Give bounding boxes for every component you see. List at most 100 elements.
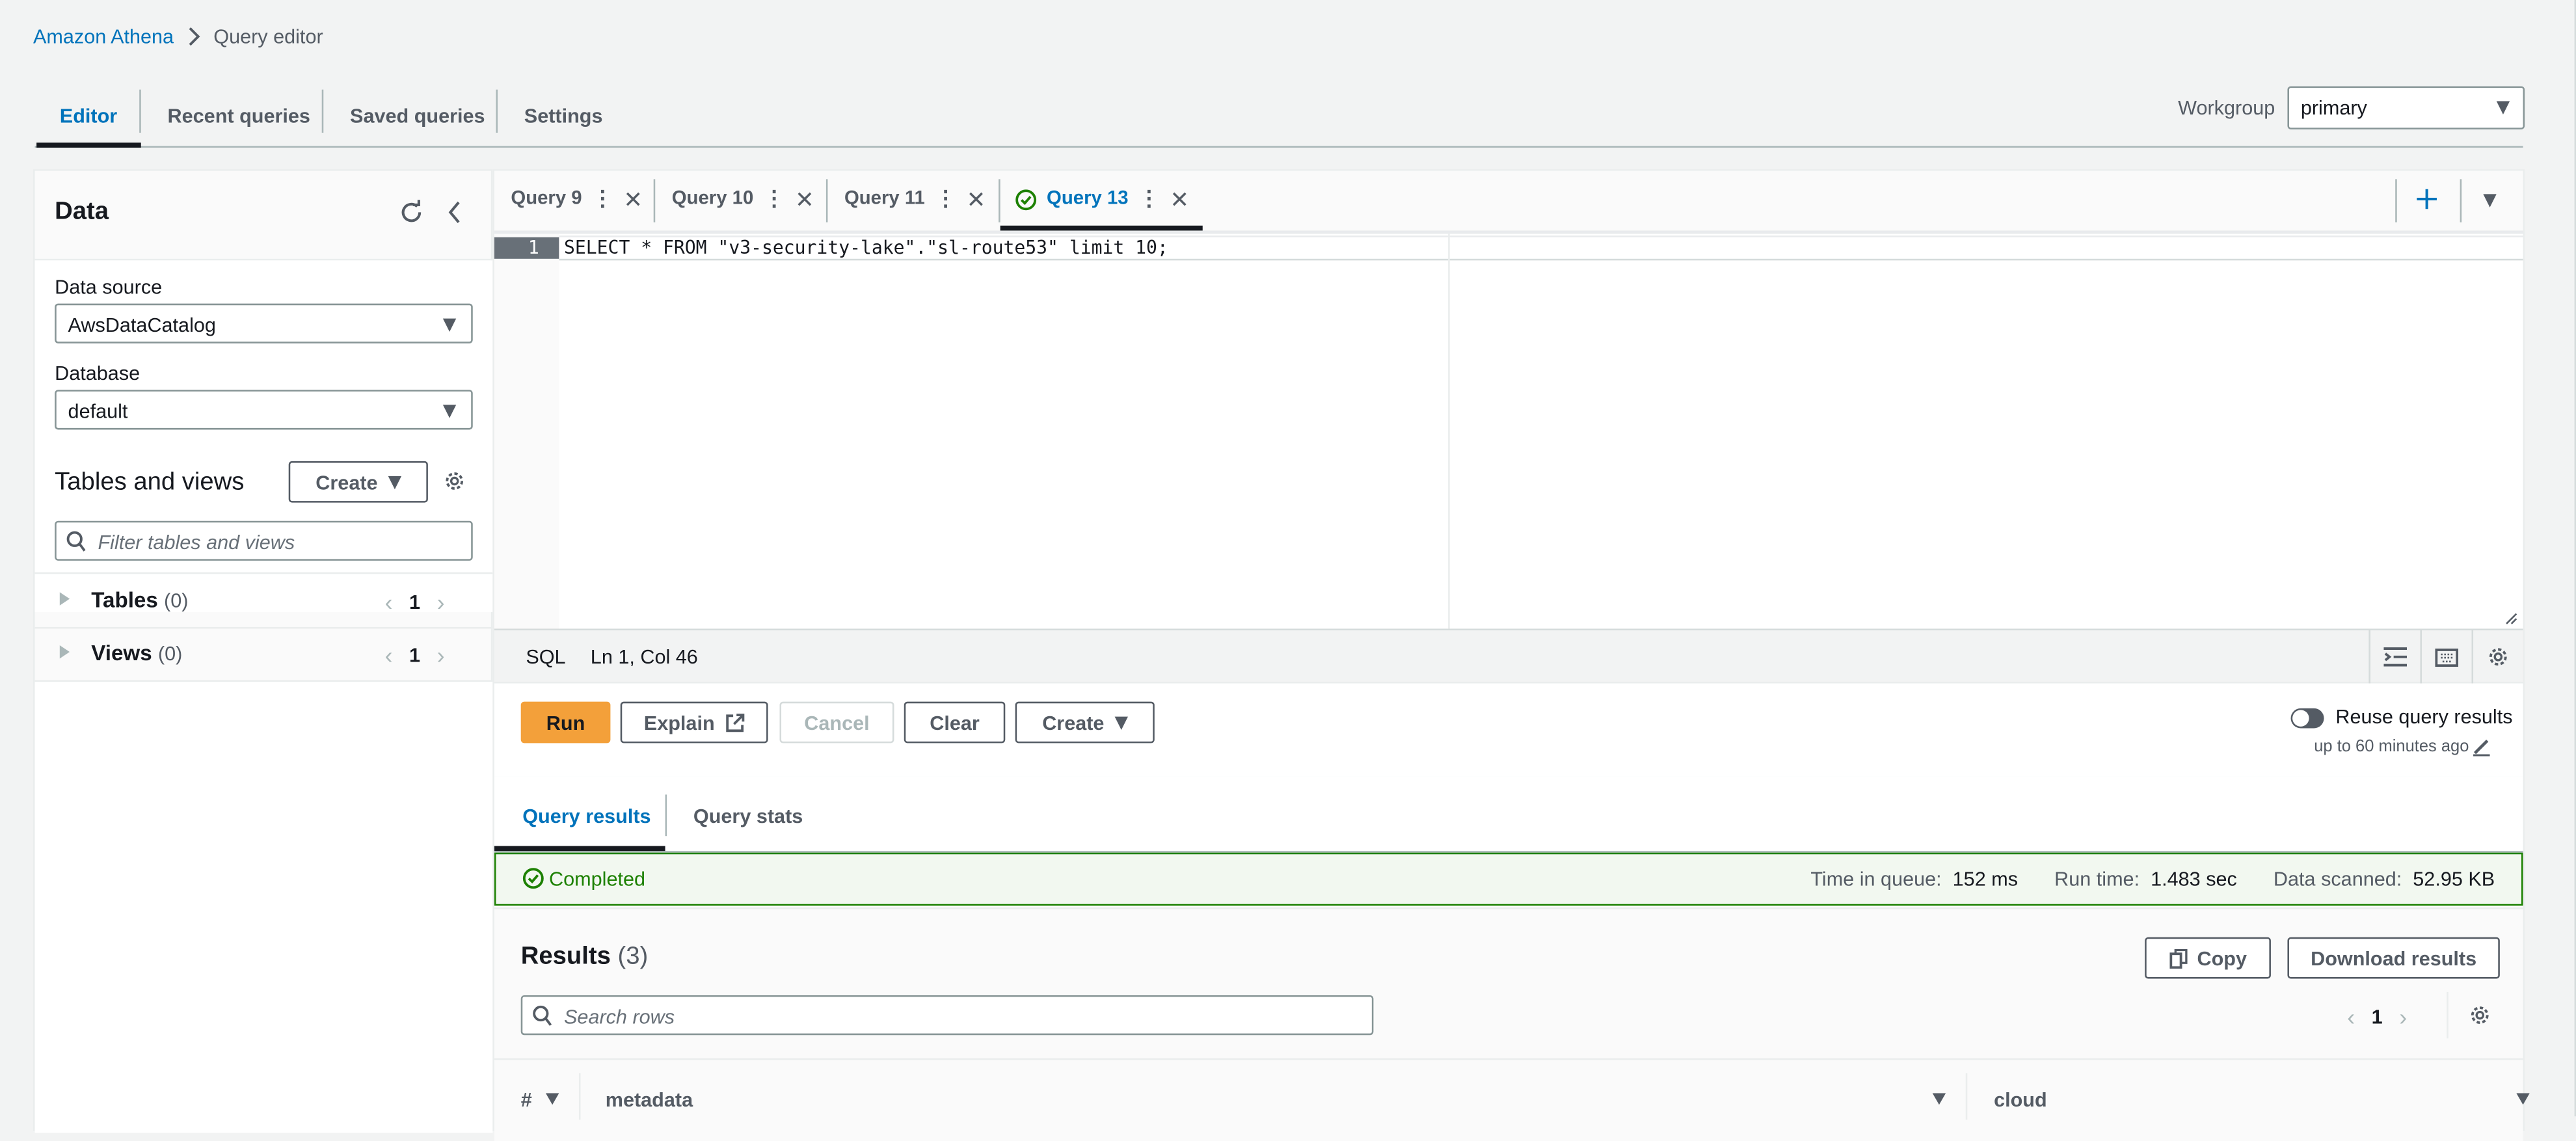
tables-page: 1 <box>409 590 421 614</box>
search-rows-placeholder: Search rows <box>564 1005 675 1028</box>
query-tab-label: Query 11 <box>844 189 925 209</box>
more-actions-icon[interactable]: ⋮ <box>1138 186 1160 213</box>
tables-count: (0) <box>164 589 189 612</box>
views-count: (0) <box>157 641 183 665</box>
gear-icon[interactable] <box>443 470 466 493</box>
data-source-value: AwsDataCatalog <box>68 313 216 337</box>
caret-down-icon <box>1114 716 1128 729</box>
refresh-icon[interactable] <box>398 199 425 226</box>
close-icon[interactable]: ✕ <box>795 185 814 213</box>
gear-icon <box>2486 645 2510 669</box>
tab-divider <box>321 89 324 133</box>
results-page: 1 <box>2371 1005 2383 1028</box>
more-actions-icon[interactable]: ⋮ <box>935 186 956 213</box>
sort-icon[interactable] <box>2516 1093 2530 1105</box>
tab-query-stats[interactable]: Query stats <box>693 805 803 828</box>
edit-pencil-icon[interactable] <box>2472 736 2492 757</box>
views-pager: ‹ 1 › <box>385 642 445 669</box>
reuse-window-text: up to 60 minutes ago <box>2314 738 2469 757</box>
results-section: Results (3) Copy Download results Search… <box>494 907 2530 1141</box>
create-button[interactable]: Create <box>1015 701 1155 744</box>
tab-divider <box>2460 179 2462 222</box>
time-in-queue-label: Time in queue: <box>1810 867 1942 891</box>
reuse-results-toggle[interactable] <box>2290 708 2324 729</box>
column-header-metadata[interactable]: metadata <box>606 1088 693 1112</box>
views-page: 1 <box>409 643 421 667</box>
column-header-cloud[interactable]: cloud <box>1994 1088 2047 1112</box>
column-header-index[interactable]: # <box>521 1088 532 1112</box>
database-select[interactable]: default <box>55 390 473 430</box>
create-label: Create <box>315 470 378 494</box>
sort-icon[interactable] <box>545 1093 559 1105</box>
tree-row-tables[interactable]: Tables (0) ‹ 1 › <box>34 572 493 629</box>
sql-editor[interactable]: 1 SELECT * FROM "v3-security-lake"."sl-r… <box>494 234 2523 629</box>
data-panel-title: Data <box>55 197 109 226</box>
search-rows-input[interactable]: Search rows <box>520 995 1374 1036</box>
workgroup-value: primary <box>2300 96 2367 120</box>
query-tab-label: Query 13 <box>1047 189 1129 209</box>
format-query-button[interactable] <box>2368 630 2420 684</box>
more-actions-icon[interactable]: ⋮ <box>764 186 785 213</box>
expand-icon[interactable] <box>59 592 70 606</box>
tab-divider <box>496 89 498 133</box>
explain-button[interactable]: Explain <box>620 701 768 744</box>
run-button[interactable]: Run <box>520 701 611 744</box>
views-label: Views (0) <box>91 640 182 665</box>
tab-divider <box>653 179 656 222</box>
sort-icon[interactable] <box>1932 1093 1946 1105</box>
print-margin <box>1448 234 1450 629</box>
close-icon[interactable]: ✕ <box>623 185 643 213</box>
tree-row-views[interactable]: Views (0) ‹ 1 › <box>34 627 493 682</box>
editor-settings-button[interactable] <box>2471 630 2523 684</box>
cursor-position: Ln 1, Col 46 <box>590 645 698 669</box>
code-line[interactable]: SELECT * FROM "v3-security-lake"."sl-rou… <box>564 237 1168 259</box>
chevron-left-icon[interactable]: ‹ <box>2347 1004 2355 1030</box>
add-query-tab-icon[interactable] <box>2415 187 2439 211</box>
query-tab-11[interactable]: Query 11 ⋮ ✕ <box>844 171 986 228</box>
close-icon[interactable]: ✕ <box>967 185 986 213</box>
tab-saved-queries[interactable]: Saved queries <box>350 87 485 146</box>
query-tab-9[interactable]: Query 9 ⋮ ✕ <box>511 171 643 228</box>
keyboard-shortcuts-button[interactable] <box>2420 630 2471 684</box>
query-tabs: Query 9 ⋮ ✕ Query 10 ⋮ ✕ Query 11 ⋮ ✕ Qu… <box>494 170 2523 234</box>
top-tabs: Editor Recent queries Saved queries Sett… <box>34 87 2523 148</box>
tables-and-views-title: Tables and views <box>55 468 245 496</box>
chevron-right-icon[interactable]: › <box>2399 1004 2407 1030</box>
data-source-select[interactable]: AwsDataCatalog <box>55 303 473 343</box>
clear-button[interactable]: Clear <box>904 701 1006 744</box>
tabs-menu-caret-icon[interactable] <box>2483 194 2497 208</box>
query-tab-13[interactable]: Query 13 ⋮ ✕ <box>1015 171 1189 228</box>
breadcrumb-amazon-athena[interactable]: Amazon Athena <box>33 25 174 48</box>
tab-query-results[interactable]: Query results <box>522 805 651 828</box>
copy-button[interactable]: Copy <box>2145 937 2271 979</box>
table-preferences-gear-icon[interactable] <box>2468 1004 2491 1027</box>
views-label-text: Views <box>91 640 152 665</box>
active-query-tab-indicator <box>1000 225 1203 231</box>
tab-editor[interactable]: Editor <box>60 87 117 146</box>
editor-gutter <box>494 234 559 629</box>
expand-icon[interactable] <box>59 645 70 659</box>
chevron-right-icon[interactable]: › <box>437 642 445 669</box>
resize-handle-icon[interactable] <box>2505 612 2518 625</box>
create-table-button[interactable]: Create <box>288 461 428 503</box>
data-scanned: Data scanned: 52.95 KB <box>2274 868 2495 891</box>
run-time-label: Run time: <box>2054 867 2140 891</box>
status-text: Completed <box>549 867 646 891</box>
query-tab-10[interactable]: Query 10 ⋮ ✕ <box>672 171 814 228</box>
chevron-left-icon[interactable]: ‹ <box>385 589 393 615</box>
data-panel: Data Data source AwsDataCatalog Database… <box>33 169 493 1133</box>
column-divider <box>1965 1073 1968 1120</box>
tab-settings[interactable]: Settings <box>524 87 603 146</box>
collapse-panel-icon[interactable] <box>446 199 463 226</box>
tab-recent-queries[interactable]: Recent queries <box>168 87 310 146</box>
filter-tables-input[interactable]: Filter tables and views <box>55 520 473 561</box>
more-actions-icon[interactable]: ⋮ <box>592 186 613 213</box>
caret-down-icon <box>387 475 401 489</box>
data-source-label: Data source <box>55 275 163 299</box>
chevron-left-icon[interactable]: ‹ <box>385 642 393 669</box>
close-icon[interactable]: ✕ <box>1170 185 1189 213</box>
chevron-right-icon[interactable]: › <box>437 589 445 615</box>
workgroup-select[interactable]: primary <box>2287 86 2525 129</box>
download-results-button[interactable]: Download results <box>2287 937 2500 979</box>
explain-label: Explain <box>643 710 715 734</box>
